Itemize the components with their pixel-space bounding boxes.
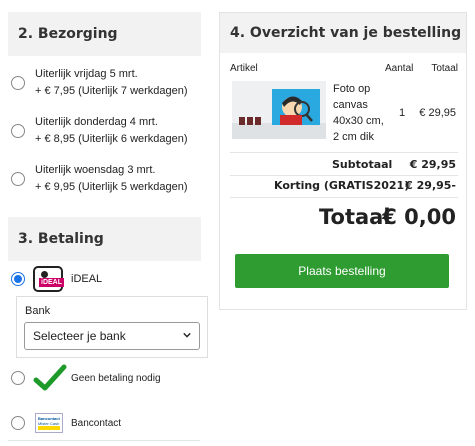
product-quantity: 1: [399, 107, 406, 119]
payment-option-ideal[interactable]: iDEAL iDEAL: [8, 264, 102, 294]
payment-radio-ideal[interactable]: [11, 272, 25, 286]
divider: [230, 197, 458, 198]
bank-select[interactable]: Selecteer je bank: [24, 322, 200, 350]
payment-option-none[interactable]: Geen betaling nodig: [8, 362, 161, 394]
order-summary-panel: 4. Overzicht van je bestelling Artikel A…: [219, 12, 467, 310]
delivery-radio-thursday[interactable]: [11, 124, 25, 138]
product-price: € 29,95: [419, 107, 456, 119]
payment-option-bancontact[interactable]: Bancontact Mister Cash Bancontact: [8, 410, 121, 436]
column-total: Totaal: [431, 63, 458, 74]
column-article: Artikel: [230, 63, 258, 74]
place-order-button[interactable]: Plaats bestelling: [235, 254, 449, 288]
delivery-option-date: Uiterlijk donderdag 4 mrt.: [35, 116, 158, 128]
total-label: Totaal: [319, 205, 391, 229]
delivery-title: 2. Bezorging: [18, 26, 118, 42]
delivery-option-price: + € 7,95 (Uiterlijk 7 werkdagen): [35, 85, 188, 97]
delivery-option-wednesday[interactable]: Uiterlijk woensdag 3 mrt. + € 9,95 (Uite…: [8, 162, 208, 196]
checkout-left-column: 2. Bezorging Uiterlijk vrijdag 5 mrt. + …: [8, 0, 208, 446]
delivery-radio-wednesday[interactable]: [11, 172, 25, 186]
payment-title: 3. Betaling: [18, 231, 104, 247]
discount-value: € 29,95-: [405, 179, 456, 192]
delivery-option-price: + € 8,95 (Uiterlijk 6 werkdagen): [35, 133, 188, 145]
product-thumbnail: [232, 81, 326, 139]
chevron-down-icon: [183, 332, 191, 338]
delivery-option-date: Uiterlijk woensdag 3 mrt.: [35, 164, 156, 176]
payment-section-header: 3. Betaling: [8, 217, 201, 261]
column-quantity: Aantal: [385, 63, 414, 74]
order-title: 4. Overzicht van je bestelling: [230, 25, 462, 41]
delivery-option-thursday[interactable]: Uiterlijk donderdag 4 mrt. + € 8,95 (Uit…: [8, 114, 208, 148]
bank-select-panel: Bank Selecteer je bank: [16, 296, 208, 358]
ideal-logo-icon: iDEAL: [33, 266, 64, 292]
subtotal-label: Subtotaal: [332, 158, 393, 171]
total-value: € 0,00: [382, 205, 456, 229]
payment-radio-none[interactable]: [11, 371, 25, 385]
delivery-option-price: + € 9,95 (Uiterlijk 5 werkdagen): [35, 181, 188, 193]
delivery-section-header: 2. Bezorging: [8, 12, 201, 56]
ideal-label: iDEAL: [71, 273, 103, 285]
no-payment-label: Geen betaling nodig: [71, 372, 161, 384]
bank-label: Bank: [25, 305, 51, 317]
delivery-radio-friday[interactable]: [11, 76, 25, 90]
divider: [8, 440, 200, 441]
payment-radio-bancontact[interactable]: [11, 416, 25, 430]
divider: [230, 175, 458, 176]
bancontact-label: Bancontact: [71, 417, 122, 429]
bancontact-logo-icon: Bancontact Mister Cash: [35, 413, 63, 433]
bank-select-value: Selecteer je bank: [33, 329, 126, 343]
subtotal-value: € 29,95: [409, 158, 456, 171]
discount-label: Korting (GRATIS2021): [274, 179, 410, 192]
product-name: Foto op canvas 40x30 cm, 2 cm dik: [333, 83, 384, 143]
delivery-option-date: Uiterlijk vrijdag 5 mrt.: [35, 68, 138, 80]
order-section-header: 4. Overzicht van je bestelling: [220, 13, 466, 53]
divider: [230, 152, 458, 153]
green-checkmark-icon: [33, 364, 67, 391]
delivery-option-friday[interactable]: Uiterlijk vrijdag 5 mrt. + € 7,95 (Uiter…: [8, 66, 208, 100]
